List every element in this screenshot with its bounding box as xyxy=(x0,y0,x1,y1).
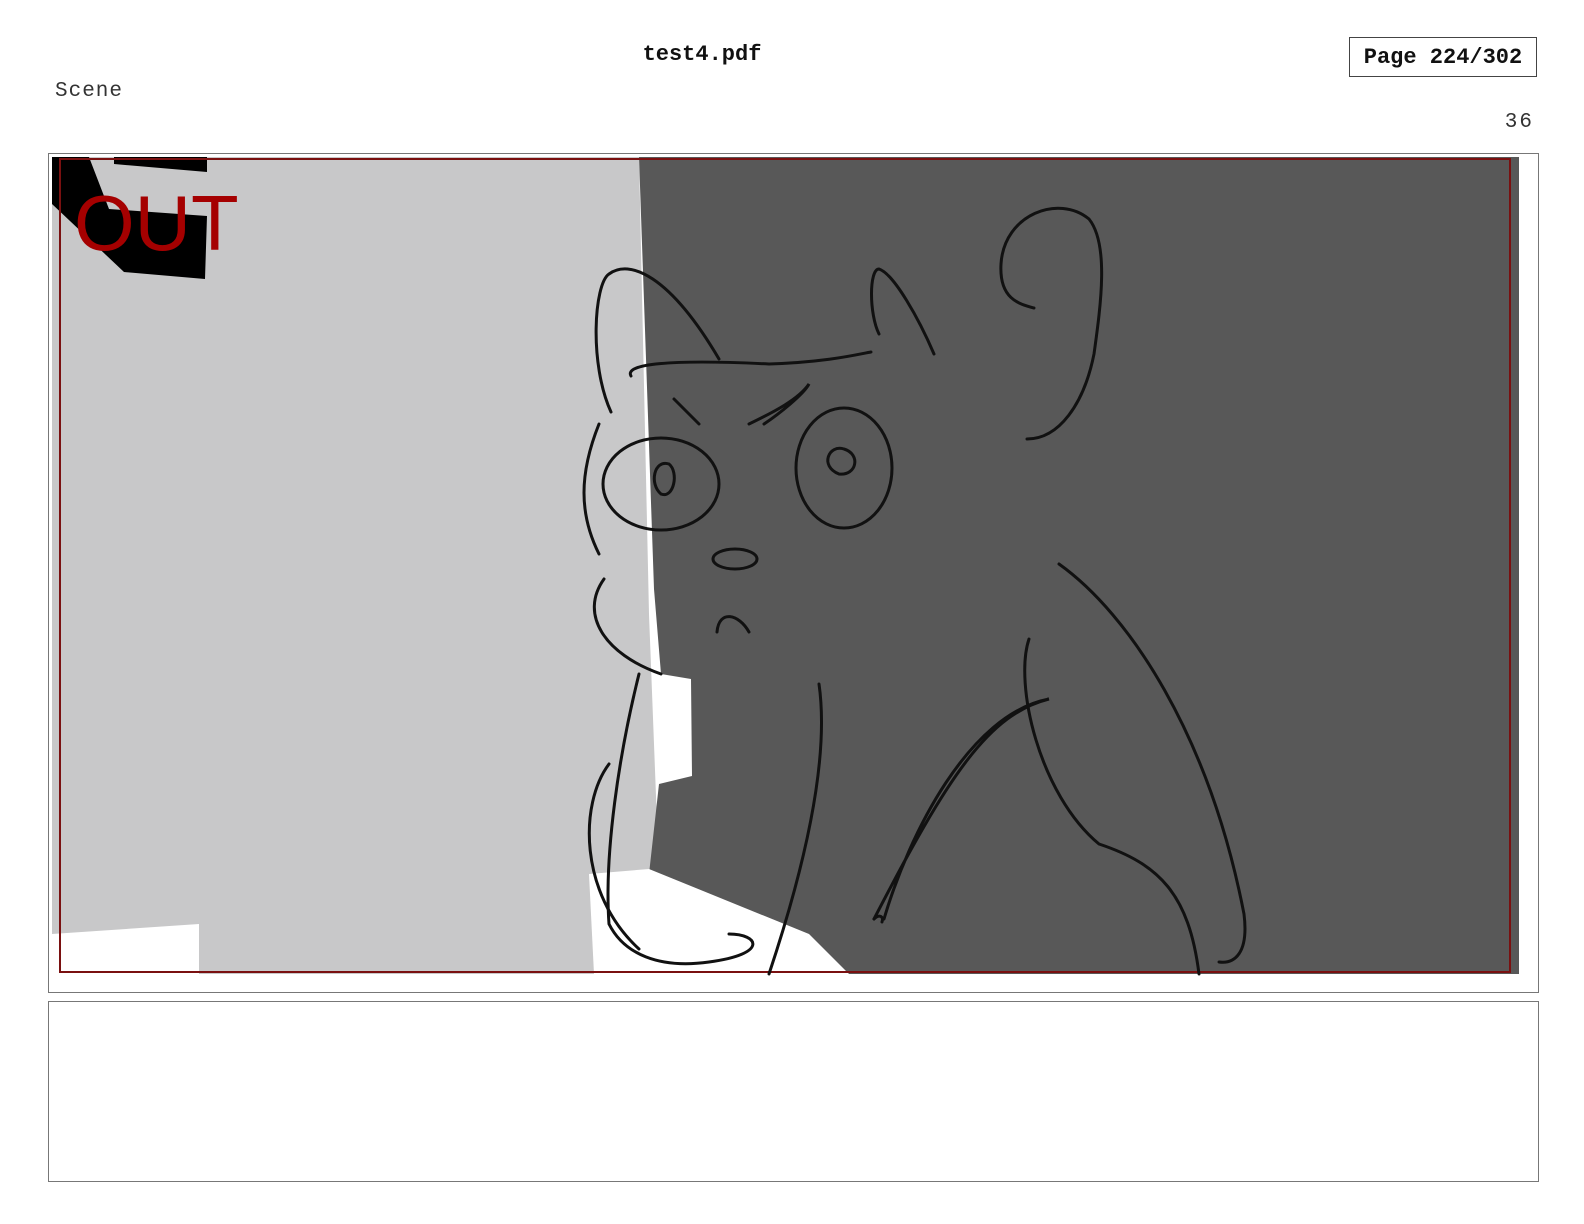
scene-label: Scene xyxy=(55,80,124,103)
scene-number: 36 xyxy=(1504,111,1534,134)
document-title: test4.pdf xyxy=(642,42,762,67)
out-stamp: OUT xyxy=(74,179,239,267)
storyboard-panel: OUT xyxy=(48,153,1539,993)
panel-notes-box xyxy=(48,1001,1539,1182)
panel-drawing: OUT xyxy=(52,157,1519,976)
dark-wall-shape xyxy=(639,157,1519,974)
page-indicator: Page 224/302 xyxy=(1349,37,1537,77)
light-wall-shape xyxy=(52,157,659,974)
